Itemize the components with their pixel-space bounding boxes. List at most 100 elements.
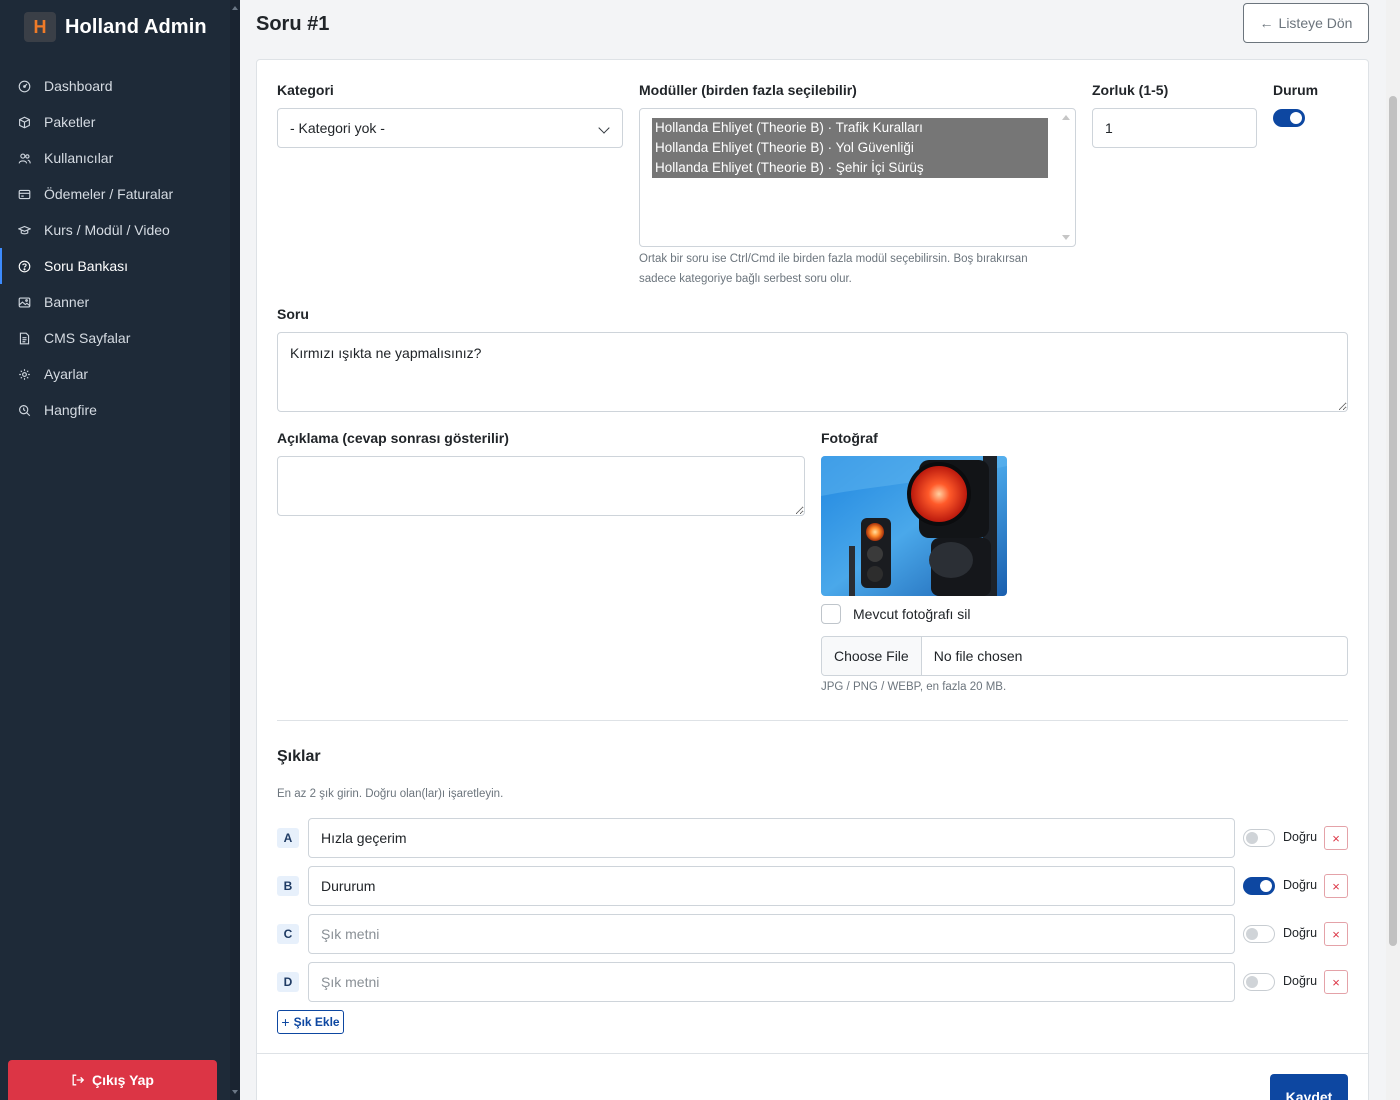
module-option[interactable]: Hollanda Ehliyet (Theorie B) · Yol Güven…: [652, 138, 1048, 158]
choice-letter: A: [277, 828, 299, 848]
delete-choice-button[interactable]: ×: [1324, 922, 1348, 946]
modules-help-line: Ortak bir soru ise Ctrl/Cmd ile birden f…: [639, 253, 1028, 265]
sidebar-item-label: Dashboard: [44, 78, 113, 94]
modules-help: Ortak bir soru ise Ctrl/Cmd ile birden f…: [639, 249, 1079, 289]
page-scrollbar[interactable]: [1386, 0, 1400, 1100]
difficulty-input[interactable]: 1: [1092, 108, 1257, 148]
choice-input[interactable]: Şık metni: [308, 962, 1235, 1002]
choice-input[interactable]: Şık metni: [308, 914, 1235, 954]
mortarboard-icon: [17, 223, 31, 237]
logout-icon: [72, 1074, 85, 1086]
page-title: Soru #1: [256, 13, 330, 35]
brand-logo: H: [24, 12, 56, 42]
choice-correct-toggle[interactable]: [1243, 877, 1275, 895]
question-label: Soru: [277, 306, 309, 322]
image-icon: [17, 295, 31, 309]
close-icon: ×: [1332, 974, 1340, 990]
logout-button[interactable]: Çıkış Yap: [8, 1060, 217, 1100]
box-icon: [17, 115, 31, 129]
credit-card-icon: [17, 187, 31, 201]
sidebar-item-label: Kullanıcılar: [44, 150, 114, 166]
search-clock-icon: [17, 403, 31, 417]
plus-icon: +: [281, 1014, 290, 1030]
explanation-label: Açıklama (cevap sonrası gösterilir): [277, 430, 509, 446]
sidebar-item-dashboard[interactable]: Dashboard: [0, 68, 230, 104]
sidebar-item-odemeler[interactable]: Ödemeler / Faturalar: [0, 176, 230, 212]
choice-input[interactable]: Hızla geçerim: [308, 818, 1235, 858]
question-circle-icon: [17, 259, 31, 273]
brand-name: Holland Admin: [65, 15, 207, 38]
question-photo: [821, 456, 1007, 596]
sidebar-item-label: Paketler: [44, 114, 96, 130]
photo-file-input[interactable]: Choose File No file chosen: [821, 636, 1348, 676]
choice-letter: C: [277, 924, 299, 944]
sidebar-item-label: Hangfire: [44, 402, 97, 418]
choices-title: Şıklar: [277, 748, 321, 765]
save-button[interactable]: Kaydet: [1270, 1074, 1348, 1100]
choices-help: En az 2 şık girin. Doğru olan(lar)ı işar…: [277, 788, 504, 800]
choice-correct-toggle[interactable]: [1243, 925, 1275, 943]
gear-icon: [17, 367, 31, 381]
back-to-list-button[interactable]: ← Listeye Dön: [1243, 3, 1369, 43]
photo-label: Fotoğraf: [821, 430, 878, 446]
sidebar-item-ayarlar[interactable]: Ayarlar: [0, 356, 230, 392]
sidebar-item-label: Ödemeler / Faturalar: [44, 186, 174, 202]
sidebar-scrollbar[interactable]: [230, 0, 240, 1100]
category-select[interactable]: - Kategori yok -: [277, 108, 623, 148]
module-option[interactable]: Hollanda Ehliyet (Theorie B) · Trafik Ku…: [652, 118, 1048, 138]
difficulty-label: Zorluk (1-5): [1092, 82, 1169, 98]
delete-choice-button[interactable]: ×: [1324, 826, 1348, 850]
choice-correct-label: Doğru: [1283, 926, 1318, 940]
delete-photo-label: Mevcut fotoğrafı sil: [853, 606, 971, 622]
arrow-left-icon: ←: [1259, 15, 1274, 31]
sidebar-item-label: Soru Bankası: [44, 258, 129, 274]
sidebar-item-soru-bankasi[interactable]: Soru Bankası: [0, 248, 230, 284]
sidebar-nav: Dashboard Paketler Kullanıcılar Ödemeler…: [0, 68, 230, 428]
sidebar-item-paketler[interactable]: Paketler: [0, 104, 230, 140]
difficulty-value: 1: [1105, 120, 1113, 136]
add-choice-label: Şık Ekle: [293, 1015, 340, 1029]
sidebar-item-label: Ayarlar: [44, 366, 89, 382]
scroll-down-icon[interactable]: [232, 1090, 238, 1094]
choice-correct-toggle[interactable]: [1243, 973, 1275, 991]
scroll-up-icon[interactable]: [1062, 115, 1070, 120]
scroll-up-icon[interactable]: [232, 6, 238, 10]
delete-choice-button[interactable]: ×: [1324, 970, 1348, 994]
choice-input[interactable]: Dururum: [308, 866, 1235, 906]
category-value: - Kategori yok -: [290, 120, 385, 136]
choose-file-button[interactable]: Choose File: [822, 637, 922, 675]
logout-label: Çıkış Yap: [91, 1072, 154, 1088]
close-icon: ×: [1332, 830, 1340, 846]
explanation-textarea[interactable]: [277, 456, 805, 516]
modules-multiselect[interactable]: Hollanda Ehliyet (Theorie B) · Trafik Ku…: [639, 108, 1076, 247]
section-divider: [277, 720, 1348, 721]
brand[interactable]: H Holland Admin: [24, 12, 207, 42]
sidebar-item-banner[interactable]: Banner: [0, 284, 230, 320]
close-icon: ×: [1332, 926, 1340, 942]
choice-correct-label: Doğru: [1283, 830, 1318, 844]
delete-photo-checkbox[interactable]: [821, 604, 841, 624]
file-name: No file chosen: [933, 648, 1023, 664]
back-to-list-label: Listeye Dön: [1278, 15, 1353, 31]
add-choice-button[interactable]: + Şık Ekle: [277, 1010, 344, 1034]
sidebar-item-label: Banner: [44, 294, 90, 310]
chevron-down-icon: [598, 122, 610, 134]
dashboard-icon: [17, 79, 31, 93]
sidebar-item-cms[interactable]: CMS Sayfalar: [0, 320, 230, 356]
scroll-down-icon[interactable]: [1062, 235, 1070, 240]
sidebar-item-kullanicilar[interactable]: Kullanıcılar: [0, 140, 230, 176]
photo-help: JPG / PNG / WEBP, en fazla 20 MB.: [821, 681, 1007, 693]
sidebar-item-kurs[interactable]: Kurs / Modül / Video: [0, 212, 230, 248]
choice-correct-toggle[interactable]: [1243, 829, 1275, 847]
module-option[interactable]: Hollanda Ehliyet (Theorie B) · Şehir İçi…: [652, 158, 1048, 178]
users-icon: [17, 151, 31, 165]
sidebar: H Holland Admin Dashboard Paketler Kulla…: [0, 0, 240, 1100]
scrollbar-thumb[interactable]: [1389, 96, 1397, 946]
delete-choice-button[interactable]: ×: [1324, 874, 1348, 898]
question-textarea[interactable]: Kırmızı ışıkta ne yapmalısınız?: [277, 332, 1348, 412]
sidebar-item-label: Kurs / Modül / Video: [44, 222, 170, 238]
card-footer-divider: [256, 1053, 1369, 1054]
sidebar-item-hangfire[interactable]: Hangfire: [0, 392, 230, 428]
choice-correct-label: Doğru: [1283, 974, 1318, 988]
status-toggle[interactable]: [1273, 109, 1305, 127]
